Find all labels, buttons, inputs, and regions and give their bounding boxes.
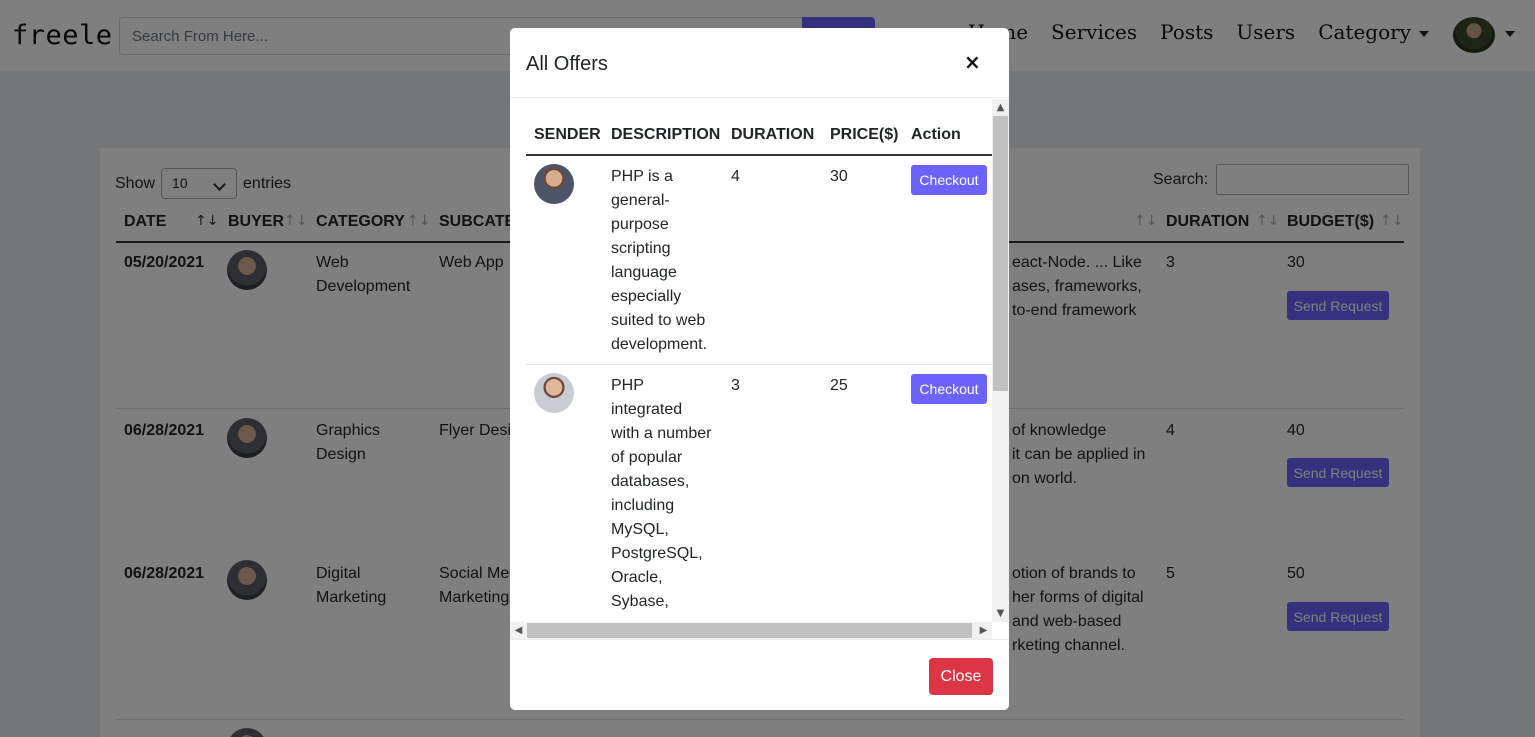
desc-line: Sybase,: [611, 593, 669, 610]
checkout-button[interactable]: Checkout: [911, 165, 987, 195]
close-icon[interactable]: ×: [964, 50, 981, 74]
offer-duration: 4: [731, 168, 740, 185]
chevron-up-icon[interactable]: ▲: [992, 99, 1009, 116]
desc-line: PostgreSQL,: [611, 545, 703, 562]
chevron-right-icon[interactable]: ▶: [975, 622, 992, 639]
horizontal-scrollbar[interactable]: ◀ ▶: [510, 622, 992, 639]
desc-line: Oracle,: [611, 569, 663, 586]
chevron-left-icon[interactable]: ◀: [510, 622, 527, 639]
desc-line: including: [611, 497, 675, 514]
scrollbar-thumb[interactable]: [527, 623, 972, 638]
desc-line: MySQL,: [611, 521, 669, 538]
col-price: PRICE($): [830, 126, 899, 143]
desc-line: scripting: [611, 240, 671, 257]
desc-line: databases,: [611, 473, 690, 490]
close-button[interactable]: Close: [929, 658, 993, 695]
sender-avatar: [534, 164, 574, 204]
offer-description: PHP is a general- purpose scripting lang…: [611, 165, 721, 357]
desc-line: development.: [611, 336, 708, 353]
offer-price: 25: [830, 377, 848, 394]
desc-line: especially: [611, 288, 682, 305]
modal-footer: Close: [510, 639, 1009, 710]
desc-line: integrated: [611, 401, 683, 418]
col-action: Action: [911, 126, 961, 143]
desc-line: of popular: [611, 449, 683, 466]
all-offers-modal: All Offers × SENDER DESCRIPTION DURATION…: [510, 28, 1009, 710]
desc-line: suited to web: [611, 312, 706, 329]
sender-avatar: [534, 373, 574, 413]
col-sender: SENDER: [534, 126, 601, 143]
chevron-down-icon[interactable]: ▼: [992, 605, 1009, 622]
desc-line: purpose: [611, 216, 669, 233]
vertical-scrollbar[interactable]: ▲ ▼: [992, 99, 1009, 622]
modal-title: All Offers: [526, 53, 608, 75]
offer-duration: 3: [731, 377, 740, 394]
row-divider: [526, 364, 992, 365]
table-head-rule: [526, 154, 992, 156]
scrollbar-thumb[interactable]: [993, 116, 1008, 391]
modal-header: All Offers ×: [510, 28, 1009, 98]
col-duration: DURATION: [731, 126, 815, 143]
offer-description: PHP integrated with a number of popular …: [611, 374, 721, 614]
offers-table: SENDER DESCRIPTION DURATION PRICE($) Act…: [526, 99, 993, 622]
col-description: DESCRIPTION: [611, 126, 721, 143]
desc-line: language: [611, 264, 677, 281]
desc-line: with a number: [611, 425, 712, 442]
desc-line: general-: [611, 192, 670, 209]
desc-line: PHP is a: [611, 168, 673, 185]
checkout-button[interactable]: Checkout: [911, 374, 987, 404]
desc-line: PHP: [611, 377, 644, 394]
offer-price: 30: [830, 168, 848, 185]
modal-body: SENDER DESCRIPTION DURATION PRICE($) Act…: [510, 99, 1009, 639]
